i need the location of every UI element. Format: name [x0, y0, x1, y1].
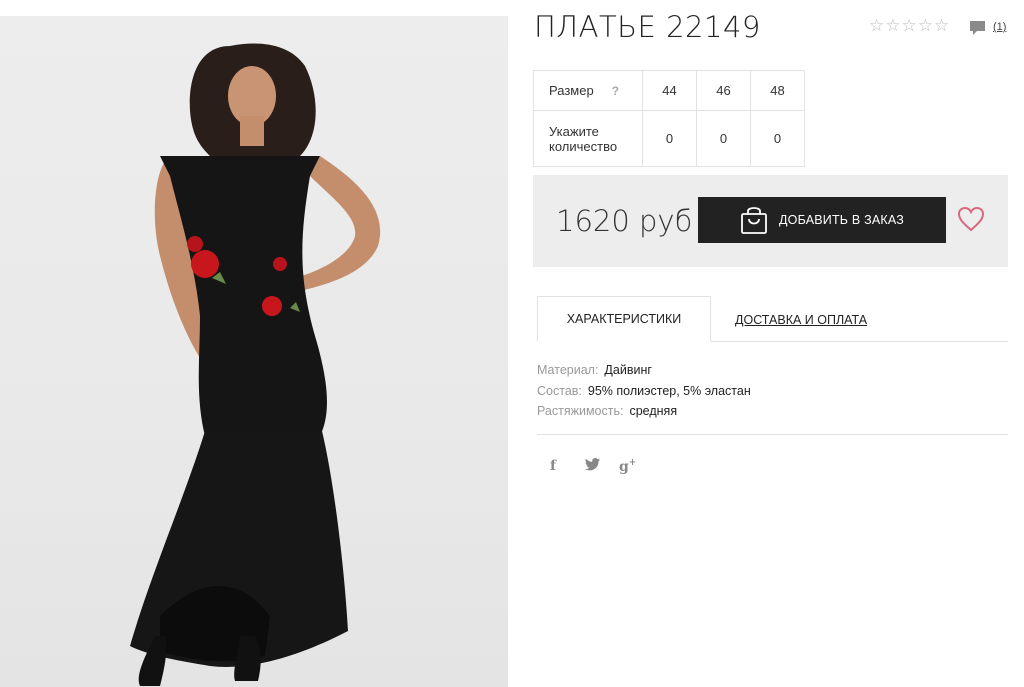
- product-tabs: ХАРАКТЕРИСТИКИ ДОСТАВКА И ОПЛАТА: [537, 296, 1008, 342]
- size-label: Размер?: [533, 70, 643, 111]
- price: 1620 руб: [556, 204, 693, 238]
- tab-characteristics[interactable]: ХАРАКТЕРИСТИКИ: [537, 296, 711, 342]
- size-option[interactable]: 48: [750, 70, 805, 111]
- google-plus-icon[interactable]: g+: [619, 458, 636, 475]
- heart-icon[interactable]: [957, 206, 985, 232]
- star-icon[interactable]: ☆: [918, 17, 933, 35]
- quantity-input[interactable]: 0: [750, 110, 805, 167]
- star-icon[interactable]: ☆: [902, 17, 917, 35]
- star-icon[interactable]: ☆: [885, 17, 900, 35]
- product-title: ПЛАТЬЕ 22149: [534, 10, 761, 44]
- add-to-order-label: ДОБАВИТЬ В ЗАКАЗ: [779, 213, 905, 227]
- spec-key: Материал:: [537, 363, 599, 377]
- spec-value: Дайвинг: [604, 363, 652, 377]
- product-image[interactable]: [0, 16, 508, 687]
- dress-model-illustration: [130, 43, 381, 686]
- social-share: f g+: [550, 458, 636, 475]
- rating-stars[interactable]: ☆ ☆ ☆ ☆ ☆: [869, 17, 949, 35]
- shopping-bag-icon: [741, 207, 767, 234]
- spec-value: 95% полиэстер, 5% эластан: [587, 383, 751, 398]
- buy-box: 1620 руб ДОБАВИТЬ В ЗАКАЗ: [533, 175, 1008, 267]
- tab-delivery-payment[interactable]: ДОСТАВКА И ОПЛАТА: [735, 313, 867, 327]
- spec-value: средняя: [629, 404, 678, 418]
- size-help-icon[interactable]: ?: [612, 84, 619, 98]
- review-count-link[interactable]: (1): [993, 21, 1006, 33]
- size-option[interactable]: 44: [642, 70, 697, 111]
- add-to-order-button[interactable]: ДОБАВИТЬ В ЗАКАЗ: [698, 197, 946, 243]
- star-icon[interactable]: ☆: [934, 17, 949, 35]
- comment-icon[interactable]: [969, 20, 986, 37]
- spec-key: Состав:: [537, 383, 582, 398]
- quantity-input[interactable]: 0: [642, 110, 697, 167]
- quantity-label: Укажите количество: [533, 110, 643, 167]
- quantity-input[interactable]: 0: [696, 110, 751, 167]
- twitter-icon[interactable]: [585, 458, 619, 474]
- spec-row: Растяжимость: средняя: [537, 401, 751, 422]
- spec-key: Растяжимость:: [537, 404, 624, 418]
- size-option[interactable]: 46: [696, 70, 751, 111]
- spec-row: Материал: Дайвинг: [537, 360, 751, 381]
- spec-row: Состав: 95% полиэстер, 5% эластан: [537, 381, 751, 402]
- specifications: Материал: Дайвинг Состав: 95% полиэстер, 5…: [537, 360, 751, 422]
- star-icon[interactable]: ☆: [869, 17, 884, 35]
- size-quantity-table: Размер? 44 46 48 Укажите количество 0 0 …: [533, 70, 805, 167]
- divider: [537, 434, 1008, 435]
- facebook-icon[interactable]: f: [550, 458, 585, 474]
